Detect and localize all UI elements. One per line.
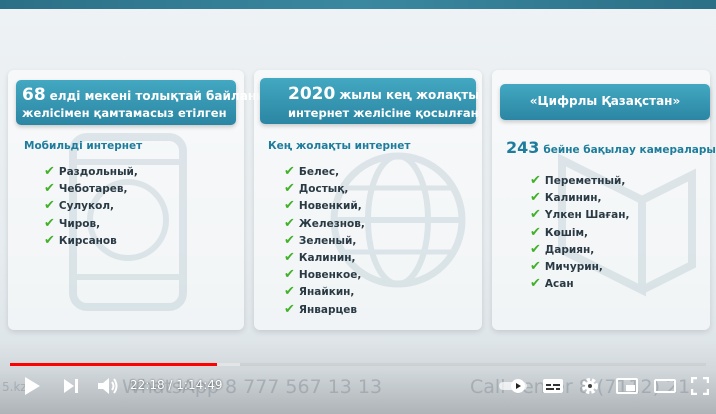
miniplayer-button[interactable] xyxy=(614,375,640,397)
panel-right-header: «Цифрлы Қазақстан» xyxy=(500,84,710,120)
list-item: ✔ Раздольный, xyxy=(44,164,138,179)
settings-button[interactable] xyxy=(578,375,602,397)
check-icon: ✔ xyxy=(530,241,541,257)
check-icon: ✔ xyxy=(44,164,55,179)
miniplayer-icon xyxy=(616,378,638,394)
check-icon: ✔ xyxy=(44,232,55,248)
panel-middle-subtitle: Кең жолақты интернет xyxy=(268,140,411,152)
header-line-2: интернет желісіне қосылған xyxy=(288,106,479,120)
camera-count: 243 xyxy=(506,138,540,157)
slide-top-bar xyxy=(0,0,716,9)
mute-button[interactable] xyxy=(95,375,121,397)
fullscreen-icon xyxy=(691,377,709,395)
list-item: ✔ Чиров, xyxy=(44,215,101,231)
check-icon: ✔ xyxy=(44,198,55,214)
gear-icon xyxy=(582,378,598,394)
year: 2020 xyxy=(288,84,336,104)
list-item: ✔ Новенкий, xyxy=(284,198,362,214)
subtitles-button[interactable] xyxy=(540,375,566,397)
play-button[interactable] xyxy=(20,375,44,397)
header-line-2: желісімен қамтамасыз етілген xyxy=(22,106,227,120)
check-icon: ✔ xyxy=(44,181,55,197)
volume-icon xyxy=(98,378,118,394)
next-button[interactable] xyxy=(60,375,82,397)
settlement-list-middle: ✔ Белес, ✔ Достық, ✔ Новенкий, ✔ Железнов, ✔… xyxy=(284,163,365,318)
list-item: ✔ Январцев xyxy=(284,301,358,317)
check-icon: ✔ xyxy=(530,276,541,292)
list-item: ✔ Переметный, xyxy=(530,173,626,188)
list-item: ✔ Зеленый, xyxy=(284,232,357,248)
current-time: 22:18 xyxy=(130,378,165,392)
check-icon: ✔ xyxy=(44,215,55,231)
check-icon: ✔ xyxy=(284,301,295,317)
check-icon: ✔ xyxy=(530,190,541,206)
settlement-count: 68 xyxy=(22,85,46,105)
duration: 1:14:49 xyxy=(176,378,223,392)
check-icon: ✔ xyxy=(530,258,541,274)
list-item: ✔ Мичурин, xyxy=(530,258,603,274)
list-item: ✔ Достық, xyxy=(284,181,349,197)
list-item: ✔ Белес, xyxy=(284,164,340,179)
check-icon: ✔ xyxy=(284,198,295,214)
subtitles-icon xyxy=(543,379,563,393)
check-icon: ✔ xyxy=(284,249,295,265)
autoplay-toggle-icon xyxy=(499,379,527,393)
panel-left-header: 68 елді мекені толықтай байланыс желісіме… xyxy=(16,80,274,125)
list-item: ✔ Чеботарев, xyxy=(44,181,128,197)
autoplay-toggle[interactable] xyxy=(497,375,531,397)
check-icon: ✔ xyxy=(284,215,295,231)
list-item: ✔ Железнов, xyxy=(284,215,365,231)
header-line-1: жылы кең жолақты xyxy=(339,88,480,102)
check-icon: ✔ xyxy=(284,284,295,300)
panel-left-subtitle: Мобильді интернет xyxy=(24,140,143,152)
panel-middle-header: 2020 жылы кең жолақты интернет желісіне қ… xyxy=(260,78,480,124)
list-item: ✔ Сулукол, xyxy=(44,198,115,214)
check-icon: ✔ xyxy=(530,224,541,240)
list-item: ✔ Үлкен Шаған, xyxy=(530,207,630,223)
next-icon xyxy=(64,379,78,393)
list-item: ✔ Кирсанов xyxy=(44,232,117,248)
video-frame[interactable]: 68 елді мекені толықтай байланыс желісіме… xyxy=(0,0,716,414)
list-item: ✔ Новенкое, xyxy=(284,267,362,283)
settlement-list-right: ✔ Переметный, ✔ Калинин, ✔ Үлкен Шаған, ✔ Кө… xyxy=(530,172,629,292)
check-icon: ✔ xyxy=(284,181,295,197)
header-title: «Цифрлы Қазақстан» xyxy=(529,94,681,108)
check-icon: ✔ xyxy=(284,267,295,283)
list-item: ✔ Янайкин, xyxy=(284,284,355,300)
check-icon: ✔ xyxy=(284,164,295,179)
time-display: 22:18 / 1:14:49 xyxy=(130,378,223,392)
check-icon: ✔ xyxy=(530,207,541,223)
settlement-list-left: ✔ Раздольный, ✔ Чеботарев, ✔ Сулукол, ✔ Чиро… xyxy=(44,163,138,249)
list-item: ✔ Көшім, xyxy=(530,224,589,240)
progress-bar[interactable] xyxy=(10,363,706,366)
theater-mode-button[interactable] xyxy=(652,375,678,397)
play-icon xyxy=(25,377,40,395)
check-icon: ✔ xyxy=(284,232,295,248)
list-item: ✔ Калинин, xyxy=(530,190,602,206)
progress-played xyxy=(10,363,218,366)
list-item: ✔ Асан xyxy=(530,276,574,292)
check-icon: ✔ xyxy=(530,173,541,188)
list-item: ✔ Калинин, xyxy=(284,249,356,265)
header-line-1: елді мекені толықтай байланыс xyxy=(49,89,275,103)
panel-right-subtitle: 243 бейне бақылау камералары xyxy=(506,138,716,157)
fullscreen-button[interactable] xyxy=(688,375,712,397)
list-item: ✔ Дариян, xyxy=(530,241,595,257)
theater-mode-icon xyxy=(654,379,676,393)
